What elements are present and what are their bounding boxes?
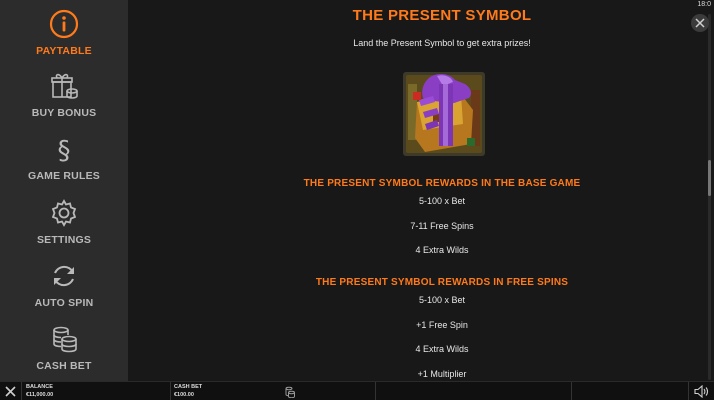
sidebar-item-settings[interactable]: SETTINGS (0, 198, 128, 246)
divider (21, 382, 22, 400)
sidebar-item-label: CASH BET (36, 360, 92, 372)
sidebar-item-label: BUY BONUS (31, 107, 97, 119)
list-item: 7-11 Free Spins (410, 221, 474, 231)
page-title: THE PRESENT SYMBOL (352, 7, 532, 24)
divider (375, 382, 376, 400)
list-item: +1 Multiplier (417, 369, 467, 379)
sidebar-menu: PAYTABLE BUY BONUS § GAME RULES SETTINGS… (0, 0, 128, 381)
coin-stack-icon[interactable] (285, 386, 295, 398)
speaker-icon[interactable] (694, 385, 709, 398)
balance-value: €11,000.00 (26, 392, 54, 398)
sidebar-item-label: GAME RULES (27, 170, 100, 182)
balance-label: BALANCE (26, 384, 53, 390)
sidebar-item-label: AUTO SPIN (34, 297, 94, 309)
sidebar-item-buy-bonus[interactable]: BUY BONUS (0, 71, 128, 119)
list-item: 5-100 x Bet (418, 295, 466, 305)
intro-text: Land the Present Symbol to get extra pri… (353, 38, 531, 48)
scrollbar-track[interactable] (708, 14, 711, 380)
sidebar-item-label: SETTINGS (36, 234, 92, 246)
sidebar-item-label: PAYTABLE (36, 45, 92, 57)
gift-coins-icon (51, 73, 78, 99)
sidebar-item-cash-bet[interactable]: CASH BET (0, 324, 128, 372)
bottom-bar: BALANCE €11,000.00 CASH BET €100.00 (0, 381, 714, 400)
list-item: 5-100 x Bet (418, 196, 466, 206)
sidebar-item-game-rules[interactable]: § GAME RULES (0, 134, 128, 182)
close-icon (695, 18, 705, 28)
divider (170, 382, 171, 400)
scrollbar-thumb[interactable] (708, 160, 711, 196)
section-title-free-spins: THE PRESENT SYMBOL REWARDS IN FREE SPINS (315, 277, 569, 288)
list-item: 4 Extra Wilds (415, 245, 469, 255)
list-item: 4 Extra Wilds (415, 344, 469, 354)
section-sign-icon: § (58, 136, 71, 164)
coin-stack-icon (53, 326, 77, 353)
cash-bet-label: CASH BET (174, 384, 203, 390)
sidebar-item-paytable[interactable]: PAYTABLE (0, 9, 128, 57)
present-symbol-icon (403, 72, 485, 156)
list-item: +1 Free Spin (416, 320, 468, 330)
clock: 18:0 (697, 1, 711, 8)
divider (571, 382, 572, 400)
info-icon (49, 9, 79, 39)
section-title-base-game: THE PRESENT SYMBOL REWARDS IN THE BASE G… (303, 178, 581, 189)
divider (688, 382, 689, 400)
svg-text:§: § (58, 136, 71, 164)
cash-bet-value: €100.00 (174, 392, 194, 398)
gear-icon (51, 199, 77, 227)
paytable-panel: THE PRESENT SYMBOL Land the Present Symb… (128, 0, 714, 381)
close-icon[interactable] (4, 385, 17, 398)
refresh-icon (54, 265, 74, 287)
sidebar-item-auto-spin[interactable]: AUTO SPIN (0, 261, 128, 309)
close-button[interactable] (691, 14, 709, 32)
